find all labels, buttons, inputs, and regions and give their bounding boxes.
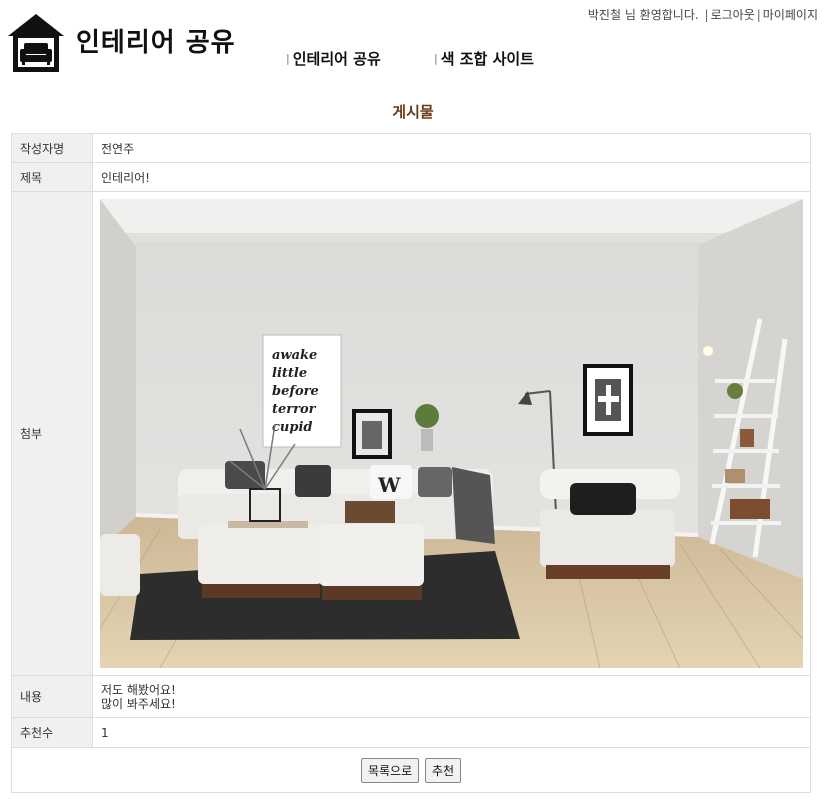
svg-text:awake: awake bbox=[272, 348, 317, 363]
table-row: 작성자명 전연주 bbox=[11, 133, 811, 163]
svg-text:little: little bbox=[272, 366, 307, 381]
title-label: 제목 bbox=[11, 162, 93, 192]
logout-link[interactable]: 로그아웃 bbox=[711, 8, 755, 22]
attachment-image[interactable]: awake little before terror cupid W bbox=[100, 199, 803, 668]
table-row: 첨부 awake little before terror cupid W bbox=[11, 191, 811, 676]
content-line: 많이 봐주세요! bbox=[101, 696, 176, 711]
svg-text:cupid: cupid bbox=[272, 420, 313, 435]
mypage-link[interactable]: 마이페이지 bbox=[763, 8, 818, 22]
content-cell: 저도 해봤어요! 많이 봐주세요! bbox=[92, 675, 811, 718]
separator: | bbox=[756, 8, 761, 22]
table-row: 제목 인테리어! bbox=[11, 162, 811, 192]
house-sofa-logo-icon[interactable] bbox=[6, 12, 66, 74]
recommend-count-value: 1 bbox=[92, 717, 811, 748]
recommend-count-label: 추천수 bbox=[11, 717, 93, 748]
svg-text:before: before bbox=[272, 384, 319, 399]
table-row: 추천수 1 bbox=[11, 717, 811, 748]
user-bar: 박진철 님 환영합니다. | 로그아웃 | 마이페이지 bbox=[588, 6, 818, 23]
nav-separator: | bbox=[286, 52, 290, 65]
nav-item-label: 인테리어 공유 bbox=[292, 50, 381, 68]
welcome-text: 박진철 님 환영합니다. bbox=[587, 8, 699, 22]
site-logo-text[interactable]: 인테리어 공유 bbox=[76, 22, 236, 59]
svg-text:W: W bbox=[377, 473, 401, 497]
separator: | bbox=[704, 8, 709, 22]
author-value: 전연주 bbox=[92, 133, 811, 163]
title-value: 인테리어! bbox=[92, 162, 811, 192]
page-title: 게시물 bbox=[392, 103, 434, 121]
nav-item-label: 색 조합 사이트 bbox=[440, 50, 534, 68]
content-line: 저도 해봤어요! bbox=[101, 682, 176, 697]
attachment-cell: awake little before terror cupid W bbox=[92, 191, 811, 676]
post-table: 작성자명 전연주 제목 인테리어! 첨부 awake little before… bbox=[11, 133, 811, 793]
nav-item-color-combination[interactable]: | 색 조합 사이트 bbox=[434, 48, 534, 69]
table-row: 목록으로 추천 bbox=[11, 747, 811, 793]
nav-item-interior-share[interactable]: | 인테리어 공유 bbox=[286, 48, 381, 69]
table-row: 내용 저도 해봤어요! 많이 봐주세요! bbox=[11, 675, 811, 718]
back-to-list-button[interactable]: 목록으로 bbox=[360, 757, 420, 783]
content-label: 내용 bbox=[11, 675, 93, 718]
nav-separator: | bbox=[434, 52, 438, 65]
button-row: 목록으로 추천 bbox=[11, 747, 811, 793]
svg-text:terror: terror bbox=[272, 402, 317, 417]
author-label: 작성자명 bbox=[11, 133, 93, 163]
recommend-button[interactable]: 추천 bbox=[424, 757, 462, 783]
attachment-label: 첨부 bbox=[11, 191, 93, 676]
